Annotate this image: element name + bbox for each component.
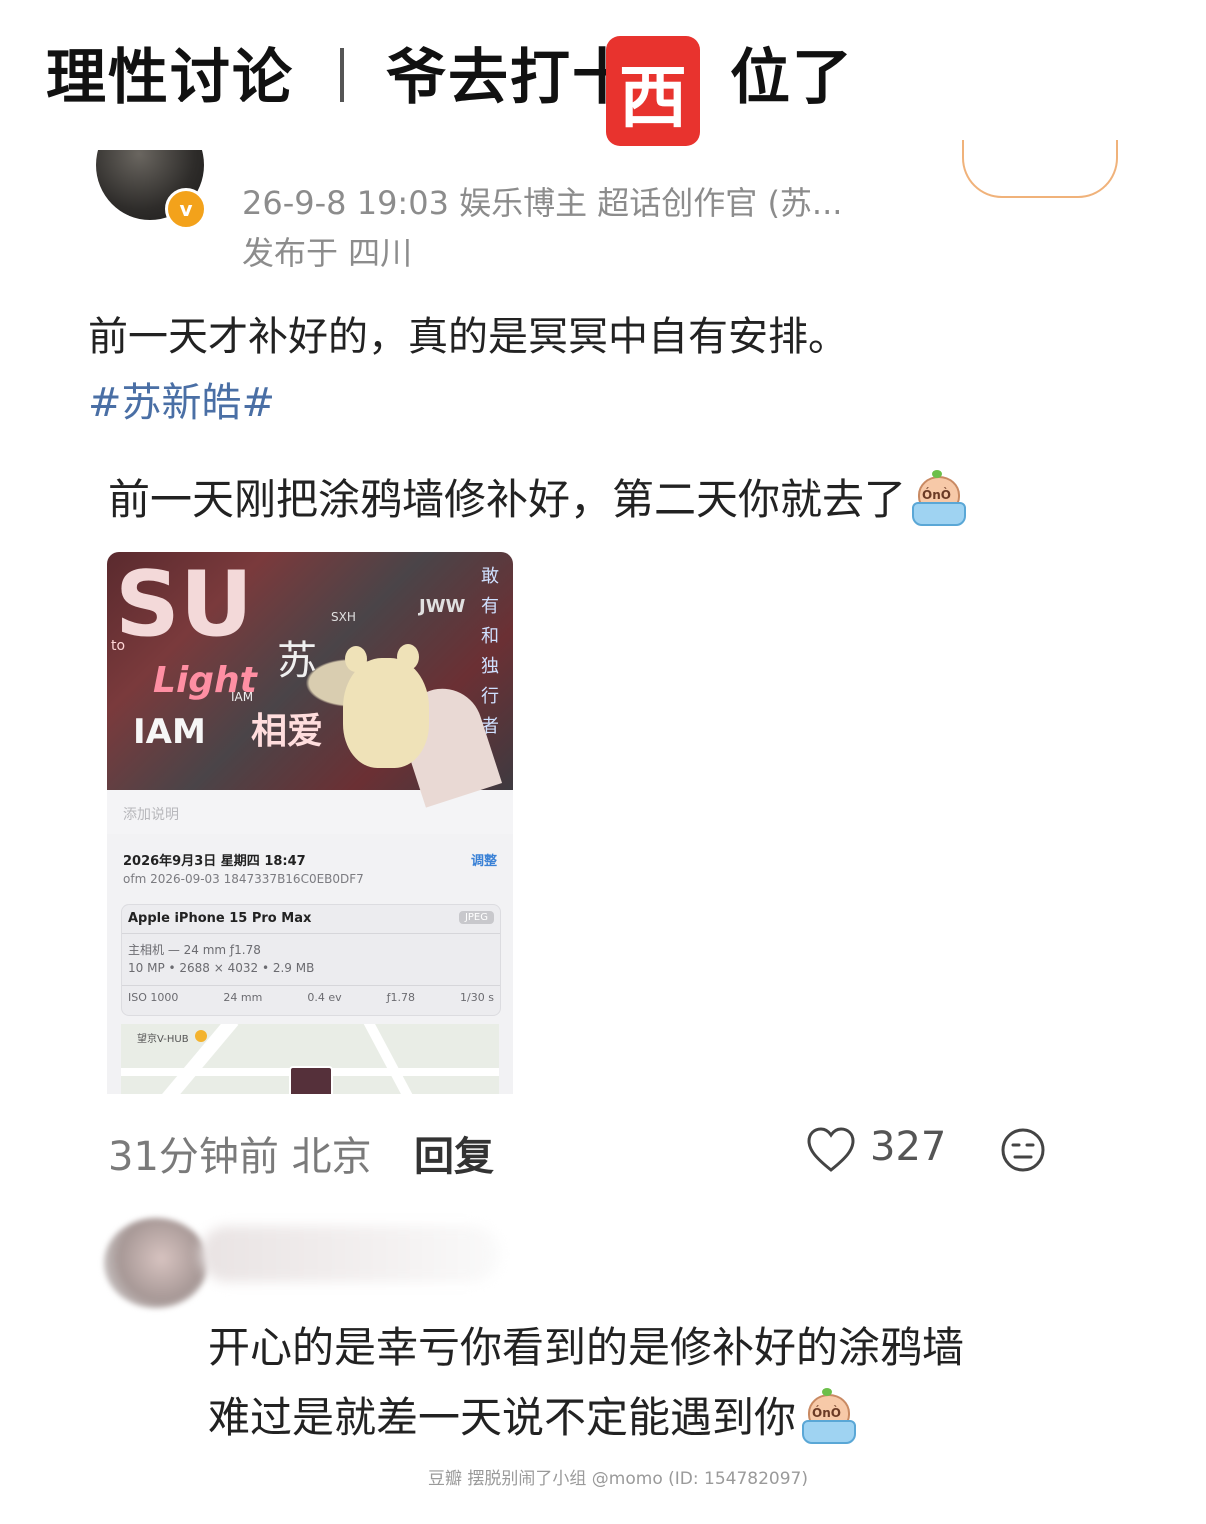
graffiti-su: SU xyxy=(115,552,253,657)
exif-row: ISO 1000 24 mm 0.4 ev ƒ1.78 1/30 s xyxy=(128,991,494,1004)
exif-ev: 0.4 ev xyxy=(307,991,342,1004)
comment-location: 北京 xyxy=(291,1134,372,1180)
header-red-badge: 西 xyxy=(606,36,700,146)
commenter-avatar[interactable] xyxy=(104,1218,208,1308)
graffiti-to: to xyxy=(111,638,126,654)
header-right-part2: 位了 xyxy=(730,43,854,113)
crying-bathtub-emoji-icon: ÓnÒ xyxy=(800,1387,857,1444)
graffiti-chars-top: 苏 xyxy=(277,638,317,684)
post-text: 前一天才补好的，真的是冥冥中自有安排。 xyxy=(88,314,848,360)
map-poi-icon xyxy=(195,1030,207,1042)
graffiti-wall-photo: SU to Light IAM IAM SXH JWW 敢有和独行者 苏 相爱 xyxy=(107,552,513,808)
second-comment-line2: 难过是就差一天说不定能遇到你 ÓnÒ xyxy=(208,1384,857,1445)
second-comment-line2-text: 难过是就差一天说不定能遇到你 xyxy=(208,1393,797,1442)
post-hashtag[interactable]: #苏新皓# xyxy=(88,370,275,428)
quoted-comment-body: 前一天刚把涂鸦墙修补好，第二天你就去了 xyxy=(108,475,907,524)
heart-icon[interactable] xyxy=(806,1126,856,1174)
commenter-name-blurred xyxy=(200,1226,500,1282)
photo-size: 10 MP • 2688 × 4032 • 2.9 MB xyxy=(128,961,315,975)
quoted-comment-text: 前一天刚把涂鸦墙修补好，第二天你就去了 ÓnÒ xyxy=(108,466,967,527)
graffiti-sxh: SXH xyxy=(331,610,356,624)
comment-time: 31分钟前 xyxy=(108,1134,279,1180)
map-photo-pin-icon xyxy=(289,1066,333,1094)
photo-map: 望京V-HUB xyxy=(121,1024,499,1094)
graffiti-chars: 相爱 xyxy=(251,711,324,752)
reply-button[interactable]: 回复 xyxy=(414,1124,494,1182)
source-watermark: 豆瓣 摆脱别闹了小组 @momo (ID: 154782097) xyxy=(428,1469,808,1489)
photo-date: 2026年9月3日 星期四 18:47 xyxy=(123,854,306,869)
second-comment-line1: 开心的是幸亏你看到的是修补好的涂鸦墙 xyxy=(208,1323,965,1372)
reaction-face-icon[interactable] xyxy=(1000,1127,1046,1173)
plush-toy xyxy=(343,658,429,768)
photo-filename: ofm 2026-09-03 1847337B16C0EB0DF7 xyxy=(123,872,364,886)
graffiti-iam-small: IAM xyxy=(231,690,254,704)
comment-image[interactable]: SU to Light IAM IAM SXH JWW 敢有和独行者 苏 相爱 … xyxy=(107,552,513,1094)
camera-device: Apple iPhone 15 Pro Max xyxy=(128,911,312,926)
photo-info-panel: 2026年9月3日 星期四 18:47 调整 ofm 2026-09-03 18… xyxy=(107,834,513,1094)
graffiti-side-text: 敢有和独行者 xyxy=(481,566,499,737)
adjust-link: 调整 xyxy=(470,854,497,869)
comment-time-location: 31分钟前 北京 xyxy=(108,1124,372,1182)
graffiti-jww: JWW xyxy=(419,596,466,617)
format-badge: JPEG xyxy=(458,911,494,924)
header-divider xyxy=(340,48,344,102)
header-left-title: 理性讨论 xyxy=(46,43,294,113)
map-label: 望京V-HUB xyxy=(137,1034,189,1045)
exif-focal: 24 mm xyxy=(223,991,263,1004)
exif-aperture: ƒ1.78 xyxy=(386,991,416,1004)
caption-placeholder: 添加说明 xyxy=(123,807,179,823)
crying-bathtub-emoji-icon: ÓnÒ xyxy=(910,469,967,526)
header-right-part1: 爷去打十 xyxy=(386,43,634,113)
post-meta: 26-9-8 19:03 娱乐博主 超话创作官 (苏... xyxy=(242,184,843,222)
verified-badge-icon: v xyxy=(165,188,207,230)
graffiti-iam: IAM xyxy=(133,712,206,752)
camera-card: Apple iPhone 15 Pro Max JPEG 主相机 — 24 mm… xyxy=(121,904,501,1016)
exif-shutter: 1/30 s xyxy=(460,991,494,1004)
like-count: 327 xyxy=(870,1124,947,1170)
exif-iso: ISO 1000 xyxy=(128,991,179,1004)
camera-lens: 主相机 — 24 mm ƒ1.78 xyxy=(128,943,261,957)
post-location: 发布于 四川 xyxy=(242,234,413,272)
follow-button[interactable] xyxy=(962,140,1118,198)
